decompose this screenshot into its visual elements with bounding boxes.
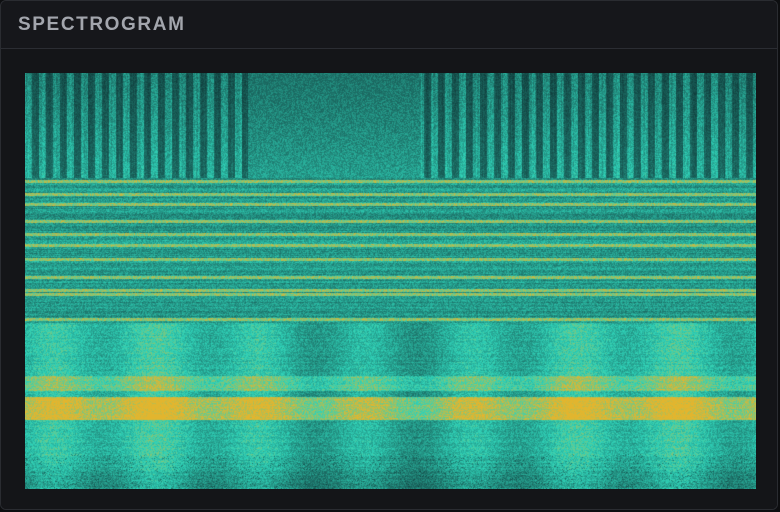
spectrogram-panel: SPECTROGRAM (0, 0, 778, 510)
panel-body (1, 49, 777, 509)
panel-header: SPECTROGRAM (1, 1, 777, 49)
spectrogram-image (25, 73, 756, 489)
panel-title: SPECTROGRAM (18, 14, 186, 35)
